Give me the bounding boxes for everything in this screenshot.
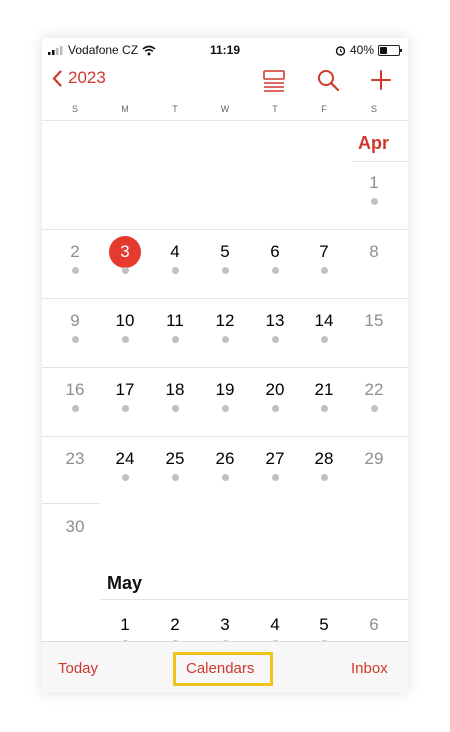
phone-screen: Vodafone CZ 11:19 40% 2023 S M T W T F S… [42,38,408,692]
row-divider [352,161,408,162]
event-dot [121,474,129,481]
day-cell[interactable]: 26 [200,449,250,481]
day-cell[interactable]: 7 [299,242,349,274]
nav-bar: 2023 [42,64,408,98]
event-dot [320,336,328,343]
calendar-grid: Apr 1 2 3 4 5 6 7 8 9 10 11 12 13 14 15 … [42,121,408,647]
row-divider [100,599,408,600]
row-divider [42,436,408,437]
day-cell[interactable]: 17 [100,380,150,412]
day-cell-apr-30[interactable]: 30 [50,517,100,537]
day-cell[interactable]: 5 [200,242,250,274]
row-divider [42,298,408,299]
list-view-button[interactable] [262,68,288,94]
event-dot [121,405,129,412]
day-cell[interactable]: 19 [200,380,250,412]
day-cell[interactable]: 16 [50,380,100,412]
event-dot [171,336,179,343]
weekday-label: T [172,104,178,114]
day-cell[interactable]: 22 [349,380,399,412]
status-right: 40% [335,43,402,57]
battery-percent: 40% [349,43,374,57]
day-cell[interactable]: 6 [349,615,399,635]
day-cell[interactable]: 4 [150,242,200,274]
row-divider [42,229,408,230]
chevron-left-icon [52,69,62,87]
event-dot [271,474,279,481]
back-label: 2023 [68,68,106,87]
day-cell[interactable]: 24 [100,449,150,481]
day-cell[interactable]: 13 [250,311,300,343]
event-dot [121,267,129,274]
day-cell[interactable]: 20 [250,380,300,412]
day-cell[interactable]: 9 [50,311,100,343]
search-icon [318,70,340,92]
day-cell[interactable]: 25 [150,449,200,481]
day-cell[interactable]: 18 [150,380,200,412]
day-cell[interactable]: 11 [150,311,200,343]
day-cell[interactable]: 8 [349,242,399,262]
event-dot [121,336,129,343]
day-cell[interactable]: 28 [299,449,349,481]
weekday-label: F [321,104,327,114]
row-divider [42,503,100,504]
day-cell[interactable]: 10 [100,311,150,343]
alarm-icon [335,45,346,56]
month-label-april[interactable]: Apr [358,133,389,154]
event-dot [271,336,279,343]
month-label-may[interactable]: May [107,573,142,594]
day-cell[interactable]: 2 [50,242,100,274]
day-cell[interactable]: 29 [349,449,399,469]
calendars-highlight-box [173,652,273,686]
event-dot [171,267,179,274]
event-dot [370,198,378,205]
day-cell[interactable]: 21 [299,380,349,412]
event-dot [370,405,378,412]
event-dot [320,474,328,481]
event-dot [221,336,229,343]
weekday-label: W [220,104,230,114]
weekday-label: S [71,104,78,114]
event-dot [71,405,79,412]
weekday-label: M [121,104,129,114]
event-dot [221,474,229,481]
day-cell[interactable]: 12 [200,311,250,343]
battery-icon [378,44,402,56]
day-cell[interactable]: 27 [250,449,300,481]
search-button[interactable] [316,68,342,94]
today-indicator: 3 [109,236,141,268]
event-dot [71,336,79,343]
event-dot [271,405,279,412]
event-dot [320,267,328,274]
list-view-icon [263,70,285,92]
event-dot [320,405,328,412]
row-divider [42,367,408,368]
day-cell[interactable]: 6 [250,242,300,274]
day-cell-apr-1[interactable]: 1 [349,173,399,205]
event-dot [171,405,179,412]
status-bar: Vodafone CZ 11:19 40% [42,38,408,62]
day-cell[interactable]: 14 [299,311,349,343]
event-dot [71,267,79,274]
back-button[interactable]: 2023 [52,68,106,88]
event-dot [221,405,229,412]
event-dot [271,267,279,274]
weekday-label: S [370,104,377,114]
plus-icon [371,70,391,90]
day-cell-today[interactable]: 3 [100,236,150,274]
weekday-label: T [272,104,278,114]
today-tab[interactable]: Today [58,660,98,677]
add-event-button[interactable] [369,68,395,94]
inbox-tab[interactable]: Inbox [351,660,388,677]
event-dot [171,474,179,481]
day-cell[interactable]: 15 [349,311,399,331]
weekday-header: S M T W T F S [42,104,408,118]
event-dot [221,267,229,274]
day-cell[interactable]: 23 [50,449,100,469]
